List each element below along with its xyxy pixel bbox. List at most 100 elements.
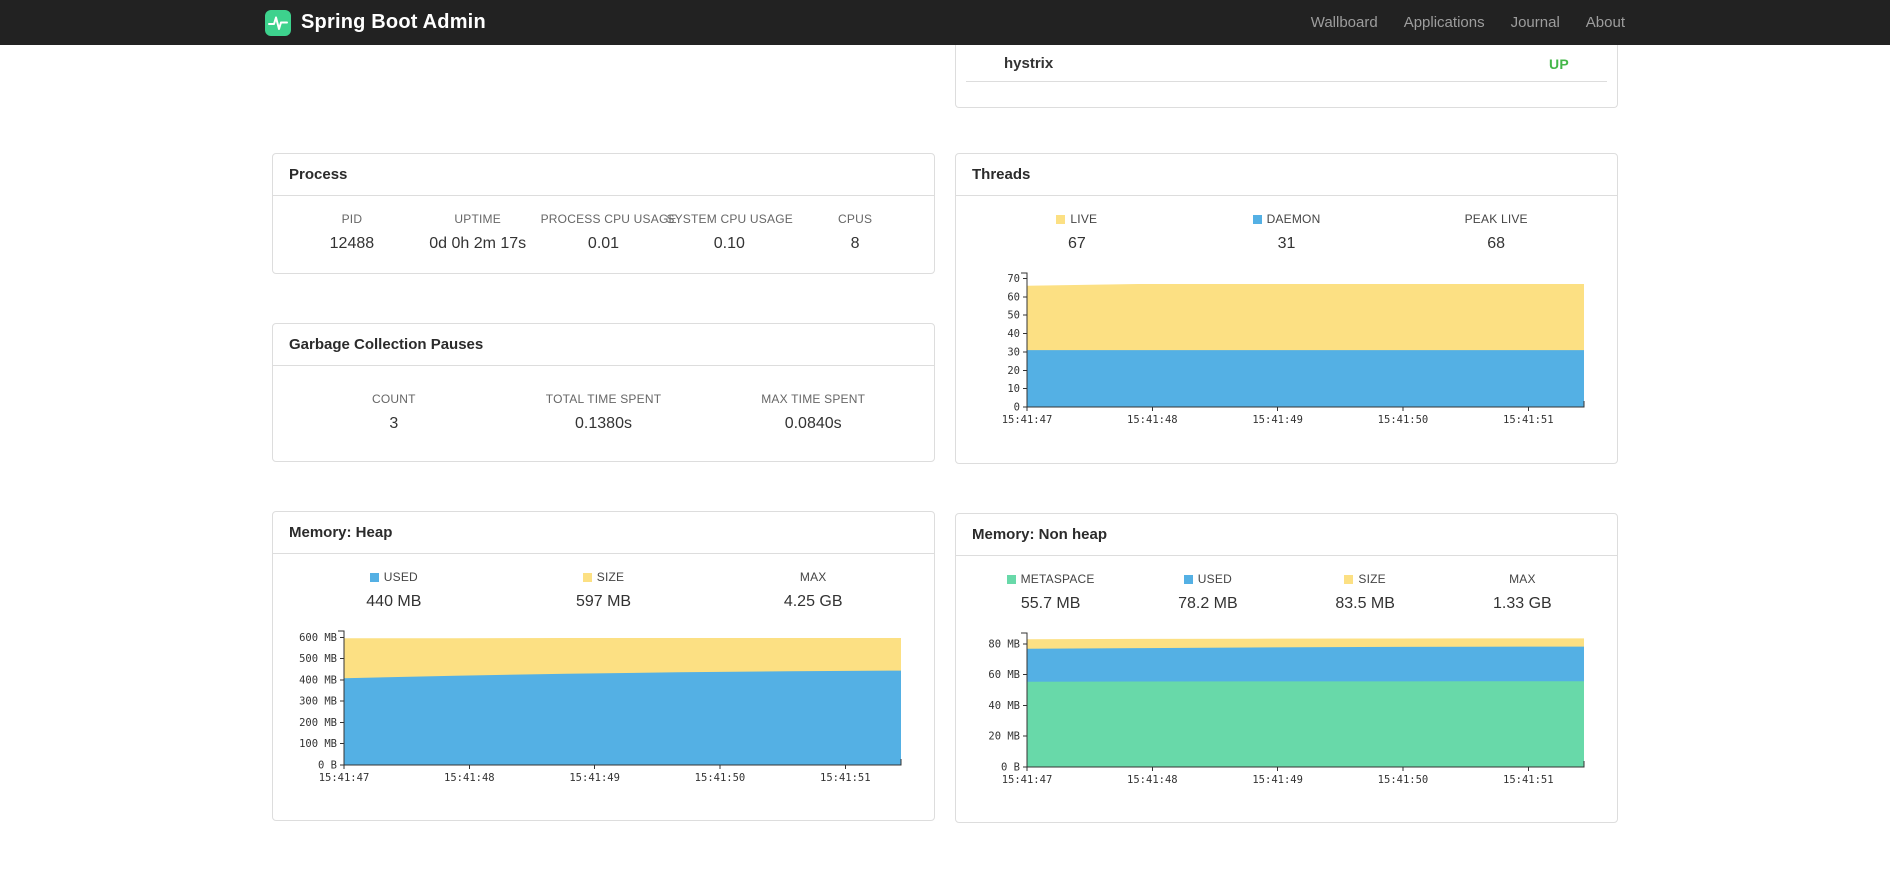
memory-heap-card-title: Memory: Heap — [273, 512, 934, 554]
memory-nonheap-chart: 0 B 20 MB 40 MB 60 MB 80 MB 15:41:47 15:41:48 1… — [988, 632, 1585, 786]
nav-item-journal[interactable]: Journal — [1511, 14, 1560, 31]
left-column: Process PID 12488 UPTIME 0d 0h 2m 17s PR… — [272, 45, 935, 823]
svg-text:30: 30 — [1007, 346, 1020, 358]
memory-nonheap-chart-wrap: 0 B 20 MB 40 MB 60 MB 80 MB 15:41:47 15:41:48 1… — [972, 625, 1601, 795]
memory-heap-card-body: USED 440 MB SIZE 597 MB MAX 4.25 GB 0 B1… — [273, 554, 934, 813]
memory-heap-chart: 0 B 100 MB 200 MB 300 MB 400 MB 500 MB 600 MB 1… — [299, 630, 902, 784]
svg-text:60 MB: 60 MB — [988, 669, 1020, 681]
process-card: Process PID 12488 UPTIME 0d 0h 2m 17s PR… — [272, 153, 935, 274]
legend-swatch-nonheap-used — [1183, 575, 1193, 584]
health-card: hystrix UP — [955, 45, 1618, 108]
legend-heap-used: USED 440 MB — [366, 570, 422, 610]
svg-text:15:41:49: 15:41:49 — [1252, 774, 1303, 786]
nav-links: Wallboard Applications Journal About — [1311, 14, 1625, 31]
navbar: Spring Boot Admin Wallboard Applications… — [0, 0, 1890, 45]
legend-heap-max: MAX 4.25 GB — [783, 570, 843, 610]
main-content: Process PID 12488 UPTIME 0d 0h 2m 17s PR… — [272, 45, 1618, 893]
health-row-hystrix: hystrix UP — [966, 45, 1607, 82]
svg-text:10: 10 — [1007, 383, 1020, 395]
memory-nonheap-card-body: METASPACE 55.7 MB USED 78.2 MB SIZE 83.5… — [956, 556, 1617, 815]
memory-nonheap-card-title: Memory: Non heap — [956, 514, 1617, 556]
svg-text:60: 60 — [1007, 291, 1020, 303]
legend-nonheap-used: USED 78.2 MB — [1178, 572, 1238, 612]
svg-text:15:41:47: 15:41:47 — [1002, 414, 1053, 426]
memory-heap-card: Memory: Heap USED 440 MB SIZE 597 MB MAX… — [272, 511, 935, 821]
svg-text:15:41:50: 15:41:50 — [1378, 774, 1429, 786]
gc-card: Garbage Collection Pauses COUNT 3 TOTAL … — [272, 323, 935, 462]
legend-swatch-daemon — [1252, 215, 1262, 224]
svg-text:70: 70 — [1007, 273, 1020, 285]
legend-threads-daemon: DAEMON 31 — [1182, 212, 1392, 253]
svg-text:0: 0 — [1014, 402, 1020, 414]
nav-item-applications[interactable]: Applications — [1404, 14, 1485, 31]
brand-link[interactable]: Spring Boot Admin — [265, 9, 486, 36]
memory-nonheap-legend: METASPACE 55.7 MB USED 78.2 MB SIZE 83.5… — [972, 572, 1601, 613]
nav-item-about[interactable]: About — [1586, 14, 1625, 31]
legend-swatch-live — [1056, 215, 1066, 224]
legend-nonheap-size: SIZE 83.5 MB — [1335, 572, 1395, 612]
svg-text:15:41:47: 15:41:47 — [319, 772, 370, 784]
svg-text:50: 50 — [1007, 310, 1020, 322]
svg-text:15:41:50: 15:41:50 — [695, 772, 746, 784]
threads-legend: LIVE 67 DAEMON 31 PEAK LIVE 68 — [972, 212, 1601, 253]
legend-swatch-metaspace — [1006, 575, 1016, 584]
svg-text:15:41:47: 15:41:47 — [1002, 774, 1053, 786]
stat-pid: PID 12488 — [329, 212, 375, 252]
stat-system-cpu-usage: SYSTEM CPU USAGE 0.10 — [666, 212, 793, 252]
svg-text:300 MB: 300 MB — [299, 696, 337, 708]
stat-gc-count: COUNT 3 — [372, 392, 416, 432]
legend-swatch-used — [369, 573, 379, 582]
process-card-body: PID 12488 UPTIME 0d 0h 2m 17s PROCESS CP… — [273, 196, 934, 273]
stat-gc-total-time: TOTAL TIME SPENT 0.1380s — [545, 392, 662, 432]
stat-cpus: CPUS 8 — [838, 212, 873, 252]
svg-text:400 MB: 400 MB — [299, 674, 337, 686]
threads-card: Threads LIVE 67 DAEMON 31 PEAK LIVE 68 0… — [955, 153, 1618, 464]
legend-threads-live: LIVE 67 — [972, 212, 1182, 253]
svg-text:15:41:49: 15:41:49 — [1252, 414, 1303, 426]
memory-heap-legend: USED 440 MB SIZE 597 MB MAX 4.25 GB — [289, 570, 918, 611]
svg-text:600 MB: 600 MB — [299, 632, 337, 644]
svg-text:15:41:51: 15:41:51 — [1503, 774, 1554, 786]
legend-swatch-size — [582, 573, 592, 582]
legend-nonheap-max: MAX 1.33 GB — [1493, 572, 1552, 612]
svg-text:20: 20 — [1007, 365, 1020, 377]
threads-card-body: LIVE 67 DAEMON 31 PEAK LIVE 68 0 10 20 30 40… — [956, 196, 1617, 455]
threads-chart: 0 10 20 30 40 50 60 70 15:41:47 15:41:48 15:41:49 1… — [1002, 272, 1585, 426]
left-column-spacer — [272, 45, 935, 153]
svg-text:15:41:49: 15:41:49 — [569, 772, 620, 784]
svg-text:100 MB: 100 MB — [299, 738, 337, 750]
nav-item-wallboard[interactable]: Wallboard — [1311, 14, 1378, 31]
svg-text:15:41:51: 15:41:51 — [1503, 414, 1554, 426]
svg-text:80 MB: 80 MB — [988, 638, 1020, 650]
threads-chart-wrap: 0 10 20 30 40 50 60 70 15:41:47 15:41:48 15:41:49 1… — [972, 265, 1601, 435]
memory-heap-chart-wrap: 0 B 100 MB 200 MB 300 MB 400 MB 500 MB 600 MB 1… — [289, 623, 918, 793]
gc-card-body: COUNT 3 TOTAL TIME SPENT 0.1380s MAX TIM… — [273, 366, 934, 461]
stat-uptime: UPTIME 0d 0h 2m 17s — [429, 212, 527, 252]
navbar-inner: Spring Boot Admin Wallboard Applications… — [265, 0, 1625, 45]
brand-logo-icon — [265, 9, 291, 36]
stat-process-cpu-usage: PROCESS CPU USAGE 0.01 — [540, 212, 677, 252]
brand-title: Spring Boot Admin — [301, 11, 486, 33]
process-card-title: Process — [273, 154, 934, 196]
legend-threads-peak-live: PEAK LIVE 68 — [1464, 212, 1528, 252]
svg-text:500 MB: 500 MB — [299, 653, 337, 665]
gc-stats: COUNT 3 TOTAL TIME SPENT 0.1380s MAX TIM… — [289, 392, 918, 433]
gc-card-title: Garbage Collection Pauses — [273, 324, 934, 366]
legend-swatch-nonheap-size — [1344, 575, 1354, 584]
svg-text:20 MB: 20 MB — [988, 731, 1020, 743]
svg-text:15:41:48: 15:41:48 — [1127, 414, 1178, 426]
right-column: hystrix UP Threads LIVE 67 DAEMON 31 PEA… — [955, 45, 1618, 823]
svg-text:15:41:48: 15:41:48 — [1127, 774, 1178, 786]
memory-nonheap-card: Memory: Non heap METASPACE 55.7 MB USED … — [955, 513, 1618, 823]
health-service-name: hystrix — [1004, 55, 1054, 72]
svg-text:15:41:51: 15:41:51 — [820, 772, 871, 784]
legend-heap-size: SIZE 597 MB — [575, 570, 632, 610]
svg-text:200 MB: 200 MB — [299, 717, 337, 729]
svg-text:40 MB: 40 MB — [988, 700, 1020, 712]
svg-text:15:41:48: 15:41:48 — [444, 772, 495, 784]
svg-text:0 B: 0 B — [1001, 762, 1020, 774]
threads-card-title: Threads — [956, 154, 1617, 196]
process-stats: PID 12488 UPTIME 0d 0h 2m 17s PROCESS CP… — [289, 212, 918, 253]
svg-text:15:41:50: 15:41:50 — [1378, 414, 1429, 426]
legend-nonheap-metaspace: METASPACE 55.7 MB — [972, 572, 1129, 613]
